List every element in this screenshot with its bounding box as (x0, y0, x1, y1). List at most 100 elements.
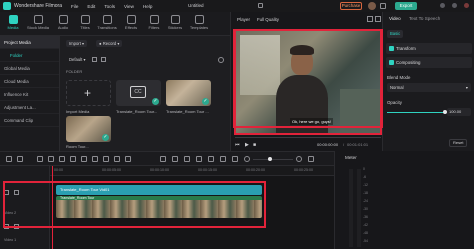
tab-basic[interactable]: Basic (387, 30, 404, 38)
grid-view-icon[interactable] (101, 57, 106, 62)
filters-icon (149, 15, 159, 24)
maximize-icon[interactable] (452, 3, 457, 8)
mic-icon[interactable] (172, 156, 178, 162)
play-icon[interactable]: ▶ (245, 142, 249, 148)
menu-tools[interactable]: Tools (104, 4, 115, 9)
redo-icon[interactable] (48, 156, 54, 162)
speed-icon[interactable] (92, 156, 98, 162)
purchase-button[interactable]: Purchase (340, 2, 362, 10)
sidebar-item-cloud-media[interactable]: Cloud Media (0, 75, 59, 88)
quality-dropdown[interactable]: Full Quality (257, 17, 279, 22)
tab-video[interactable]: Video (389, 16, 401, 21)
transform-toggle[interactable] (389, 46, 394, 51)
tab-transitions[interactable]: Transitions (96, 14, 118, 34)
select-tool-icon[interactable] (17, 156, 23, 162)
render-icon[interactable] (184, 156, 190, 162)
undo-icon[interactable] (37, 156, 43, 162)
color-icon[interactable] (103, 156, 109, 162)
properties-panel: Video Text To Speech Basic Transform Com… (382, 12, 474, 151)
filter-icon[interactable] (92, 57, 97, 62)
export-button[interactable]: Export (395, 2, 417, 10)
audio-meter-panel: Meter 0 -6 -12 -18 -24 -30 -36 -42 -48 -54 (334, 151, 474, 249)
meter-scale-label: -42 (363, 223, 368, 227)
sort-dropdown[interactable]: Default ▾ (66, 56, 89, 63)
marker-icon[interactable] (196, 156, 202, 162)
ruler-tick-label: 00:00 (54, 168, 63, 172)
zoom-slider[interactable] (253, 159, 293, 160)
import-button[interactable]: Import ▾ (66, 40, 88, 47)
progress-bar[interactable] (235, 137, 381, 138)
menu-view[interactable]: View (124, 4, 134, 9)
more-icon[interactable] (375, 16, 381, 22)
sidebar-item-command-clip[interactable]: Command Clip (0, 114, 59, 127)
crop-icon[interactable] (81, 156, 87, 162)
notification-icon[interactable] (380, 3, 386, 9)
app-name: Wondershare Filmora (14, 3, 62, 9)
menu-file[interactable]: File (71, 4, 78, 9)
tab-media[interactable]: Media (2, 14, 24, 34)
sidebar-item-influence-kit[interactable]: Influence Kit (0, 88, 59, 101)
tab-templates[interactable]: Templates (188, 14, 210, 34)
ai-tool-icon[interactable] (160, 156, 166, 162)
layout-icon[interactable] (6, 156, 12, 162)
split-icon[interactable] (70, 156, 76, 162)
tab-stock-media[interactable]: Stock Media (27, 14, 49, 34)
clip-caption: Translate_Room Tour... (116, 109, 158, 114)
check-icon: ✓ (202, 98, 209, 105)
clip-caption: Room Tour... (66, 144, 89, 149)
tab-stickers[interactable]: Stickers (164, 14, 186, 34)
text-icon[interactable] (125, 156, 131, 162)
menu-edit[interactable]: Edit (87, 4, 95, 9)
close-icon[interactable] (464, 3, 469, 8)
link-icon[interactable] (232, 156, 238, 162)
opacity-input[interactable]: 100.00 (447, 108, 471, 116)
monitor-icon[interactable] (258, 3, 263, 8)
prev-frame-icon[interactable]: ⏮ (235, 142, 240, 148)
ruler-tick-label: 00:00:20:00 (246, 168, 265, 172)
zoom-out-icon[interactable] (244, 156, 250, 162)
compositing-section[interactable]: Compositing (386, 57, 472, 68)
sidebar-item-project-media[interactable]: Project Media (0, 36, 59, 49)
tab-titles[interactable]: Titles (74, 14, 96, 34)
record-button[interactable]: ● Record ▾ (96, 40, 123, 47)
transform-section[interactable]: Transform (386, 43, 472, 54)
import-media-caption: Import Media (66, 109, 90, 114)
stop-icon[interactable]: ■ (253, 142, 256, 148)
track-label-video1: Video 1 (4, 238, 17, 242)
import-media-tile[interactable]: + (66, 80, 111, 106)
search-icon[interactable] (218, 57, 224, 63)
blend-mode-dropdown[interactable]: Normal ▾ (387, 83, 471, 92)
opacity-slider[interactable] (387, 110, 447, 114)
tab-text-to-speech[interactable]: Text To Speech (409, 16, 440, 21)
sidebar-item-global-media[interactable]: Global Media (0, 62, 59, 75)
captions-icon: CC (130, 86, 146, 98)
meter-scale-label: -18 (363, 191, 368, 195)
compositing-toggle[interactable] (389, 60, 394, 65)
snap-icon[interactable] (208, 156, 214, 162)
sidebar-item-adjustment-layer[interactable]: Adjustment La... (0, 101, 59, 114)
effects-icon (126, 15, 136, 24)
menu-help[interactable]: Help (143, 4, 152, 9)
magnet-icon[interactable] (220, 156, 226, 162)
meter-scale-label: -12 (363, 183, 368, 187)
templates-icon (194, 15, 204, 24)
timeline-ruler[interactable]: 00:00 00:00:05:00 00:00:10:00 00:00:15:00 00… (50, 166, 334, 176)
avatar[interactable] (368, 2, 376, 10)
audio-icon (58, 15, 68, 24)
sidebar-item-folder[interactable]: Folder (0, 49, 59, 62)
audio-detach-icon[interactable] (114, 156, 120, 162)
tab-filters[interactable]: Filters (143, 14, 165, 34)
tab-effects[interactable]: Effects (120, 14, 142, 34)
transitions-icon (102, 15, 112, 24)
delete-icon[interactable] (59, 156, 65, 162)
snapshot-icon[interactable] (367, 16, 373, 22)
zoom-in-icon[interactable] (296, 156, 302, 162)
grid-icon[interactable] (308, 156, 314, 162)
clip-caption: Translate_Room Tour ... (166, 109, 209, 114)
tab-audio[interactable]: Audio (52, 14, 74, 34)
minimize-icon[interactable] (440, 3, 445, 8)
titles-icon (80, 15, 90, 24)
reset-button[interactable]: Reset (449, 139, 468, 147)
zoom-slider-handle[interactable] (268, 157, 272, 161)
check-icon: ✓ (152, 98, 159, 105)
